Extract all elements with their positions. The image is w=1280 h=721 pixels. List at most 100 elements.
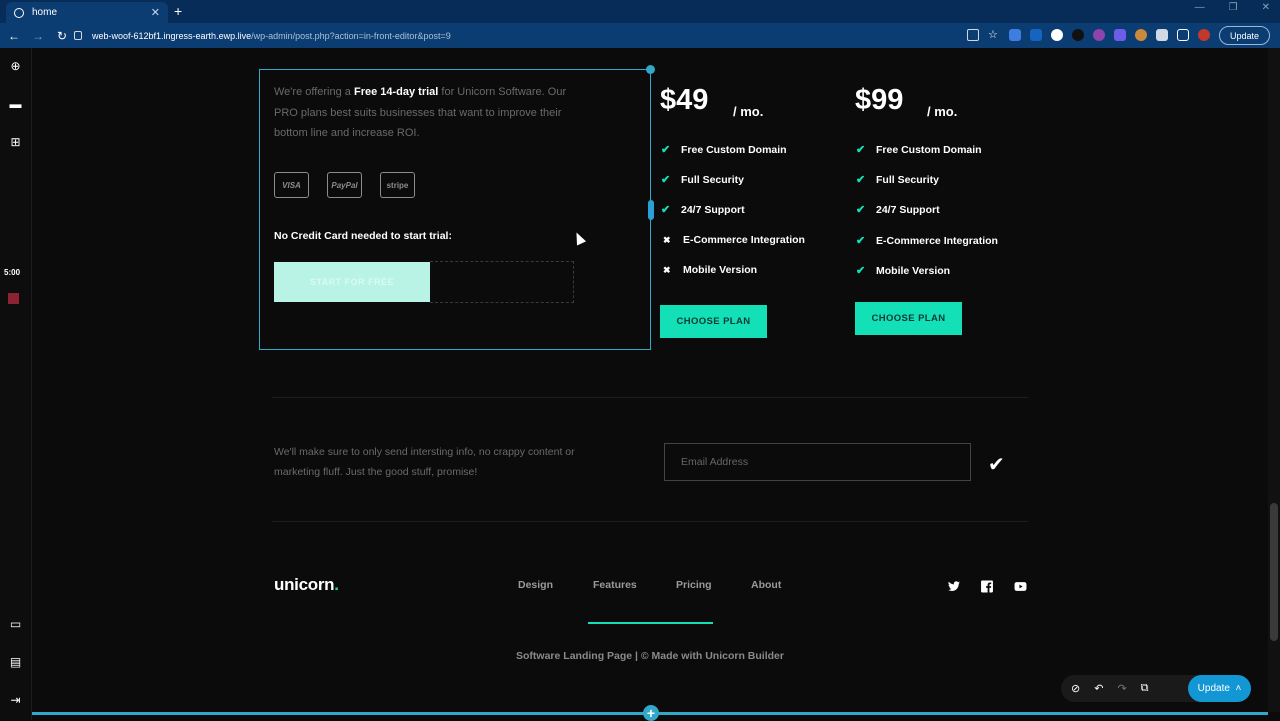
pen-extension-icon[interactable] [1114,29,1126,41]
redo-icon[interactable]: ↷ [1117,682,1126,695]
check-icon: ✔ [856,174,866,186]
newsletter-text: We'll make sure to only send intersting … [274,446,575,478]
visa-icon: VISA [274,172,309,198]
trial-description: We're offering a Free 14-day trial for U… [274,86,567,139]
layers-icon[interactable]: ▬ [9,98,22,111]
plan-2-feature: ✔ Free Custom Domain [856,143,982,157]
purple-extension-icon[interactable] [1093,29,1105,41]
new-tab-button[interactable]: + [174,3,182,19]
stripe-icon: stripe [380,172,415,198]
footer-nav-about[interactable]: About [751,579,781,591]
preview-external-icon[interactable]: ⧉ [1141,682,1149,695]
cross-icon: ✖ [663,234,671,245]
lock-icon [74,31,82,40]
extensions-area: ☆ [967,29,1210,41]
record-icon[interactable] [8,293,19,304]
copyright-text: Software Landing Page | © Made with Unic… [516,650,784,662]
forward-icon[interactable]: → [28,29,48,43]
builder-update-button[interactable]: Update ˄ [1188,675,1251,702]
timer: 5:00 [4,268,21,277]
no-credit-card-label: No Credit Card needed to start trial: [274,230,452,242]
visibility-off-icon[interactable]: ⊘ [1071,682,1080,695]
plan-1-feature: ✔ 24/7 Support [661,203,745,217]
add-section-icon[interactable]: + [643,705,659,721]
url-path: /wp-admin/post.php?action=in-front-edito… [251,30,451,41]
divider [272,521,1028,522]
builder-toolbar: ⊘ ↶ ↷ ⧉ Update ˄ [1061,675,1251,702]
plan-1-feature: ✔ Free Custom Domain [661,143,787,157]
scrollbar-thumb[interactable] [1270,503,1278,641]
window-controls: — ❐ ✕ [1195,2,1270,13]
facebook-icon[interactable] [980,580,994,593]
restore-icon[interactable]: ❐ [1229,2,1238,13]
chevron-up-icon[interactable]: ˄ [1235,683,1241,694]
check-icon: ✔ [856,235,866,247]
share-icon[interactable] [967,29,979,41]
plan-1-feature: ✖ E-Commerce Integration [663,234,805,246]
cross-icon: ✖ [663,264,671,275]
footer-nav-features[interactable]: Features [593,579,637,591]
browser-update-button[interactable]: Update [1218,26,1270,45]
add-element-icon[interactable]: ⊕ [9,60,22,73]
trial-section[interactable]: We're offering a Free 14-day trial for U… [259,65,655,350]
templates-icon[interactable]: ⊞ [9,136,22,149]
close-window-icon[interactable]: ✕ [1262,2,1270,13]
avatar[interactable] [1198,29,1210,41]
puzzle-icon[interactable] [1156,29,1168,41]
youtube-icon[interactable] [1013,580,1028,593]
plan-2-period: / mo. [927,104,958,119]
exit-icon[interactable]: ⇥ [9,694,22,707]
plan-1-period: / mo. [733,104,764,119]
plan-1-feature: ✖ Mobile Version [663,264,758,276]
bookmark-star-icon[interactable]: ☆ [988,29,1000,41]
plan-2-feature: ✔ Full Security [856,173,940,187]
plan-2-choose-button[interactable]: CHOOSE PLAN [855,302,962,335]
plan-2-feature: ✔ Mobile Version [856,264,951,278]
unicorn-logo[interactable]: unicorn. [274,575,339,595]
submit-check-icon[interactable]: ✔ [988,452,1005,477]
extension-icon[interactable] [1030,29,1042,41]
twitter-icon[interactable] [947,580,961,593]
shield-extension-icon[interactable] [1051,29,1063,41]
undo-icon[interactable]: ↶ [1094,682,1103,695]
side-resize-handle[interactable] [648,200,654,220]
tab-title: home [32,7,58,18]
footer-nav-design[interactable]: Design [518,579,553,591]
minimize-icon[interactable]: — [1195,2,1205,13]
reload-icon[interactable]: ↻ [52,29,72,43]
url-host: web-woof-612bf1.ingress-earth.ewp.live [92,30,252,41]
start-for-free-button[interactable]: START FOR FREE [274,262,430,302]
plan-1-feature: ✔ Full Security [661,173,745,187]
dark-extension-icon[interactable] [1072,29,1084,41]
check-icon: ✔ [661,204,671,216]
cookie-extension-icon[interactable] [1135,29,1147,41]
plan-1-price: $49 [660,84,709,116]
plan-2-feature: ✔ 24/7 Support [856,203,940,217]
builder-left-bar: ⊕ ▬ ⊞ 5:00 ▭ ▤ ⇥ [0,48,32,720]
nav-underline [588,622,713,624]
check-icon: ✔ [661,174,671,186]
check-icon: ✔ [661,144,671,156]
paypal-icon: PayPal [327,172,362,198]
browser-toolbar: ← → ↻ web-woof-612bf1.ingress-earth.ewp.… [0,23,1280,48]
sidebar-icon[interactable] [1177,29,1189,41]
empty-drop-zone[interactable] [430,261,574,303]
close-tab-icon[interactable]: ✕ [151,6,160,19]
desktop-view-icon[interactable]: ▭ [9,618,22,631]
translate-extension-icon[interactable] [1009,29,1021,41]
check-icon: ✔ [856,204,866,216]
check-icon: ✔ [856,144,866,156]
footer-nav-pricing[interactable]: Pricing [676,579,712,591]
resize-handle[interactable] [646,65,655,74]
divider [272,397,1028,398]
check-icon: ✔ [856,265,866,277]
browser-tab[interactable]: home ✕ [6,2,168,23]
plan-2-feature: ✔ E-Commerce Integration [856,234,998,248]
scrollbar[interactable] [1268,48,1280,712]
globe-icon [14,7,24,18]
plan-1-choose-button[interactable]: CHOOSE PLAN [660,305,767,338]
browser-tab-bar: home ✕ + — ❐ ✕ [0,0,1280,23]
back-icon[interactable]: ← [4,29,24,43]
plan-2-price: $99 [855,84,904,116]
email-field[interactable] [664,443,971,481]
